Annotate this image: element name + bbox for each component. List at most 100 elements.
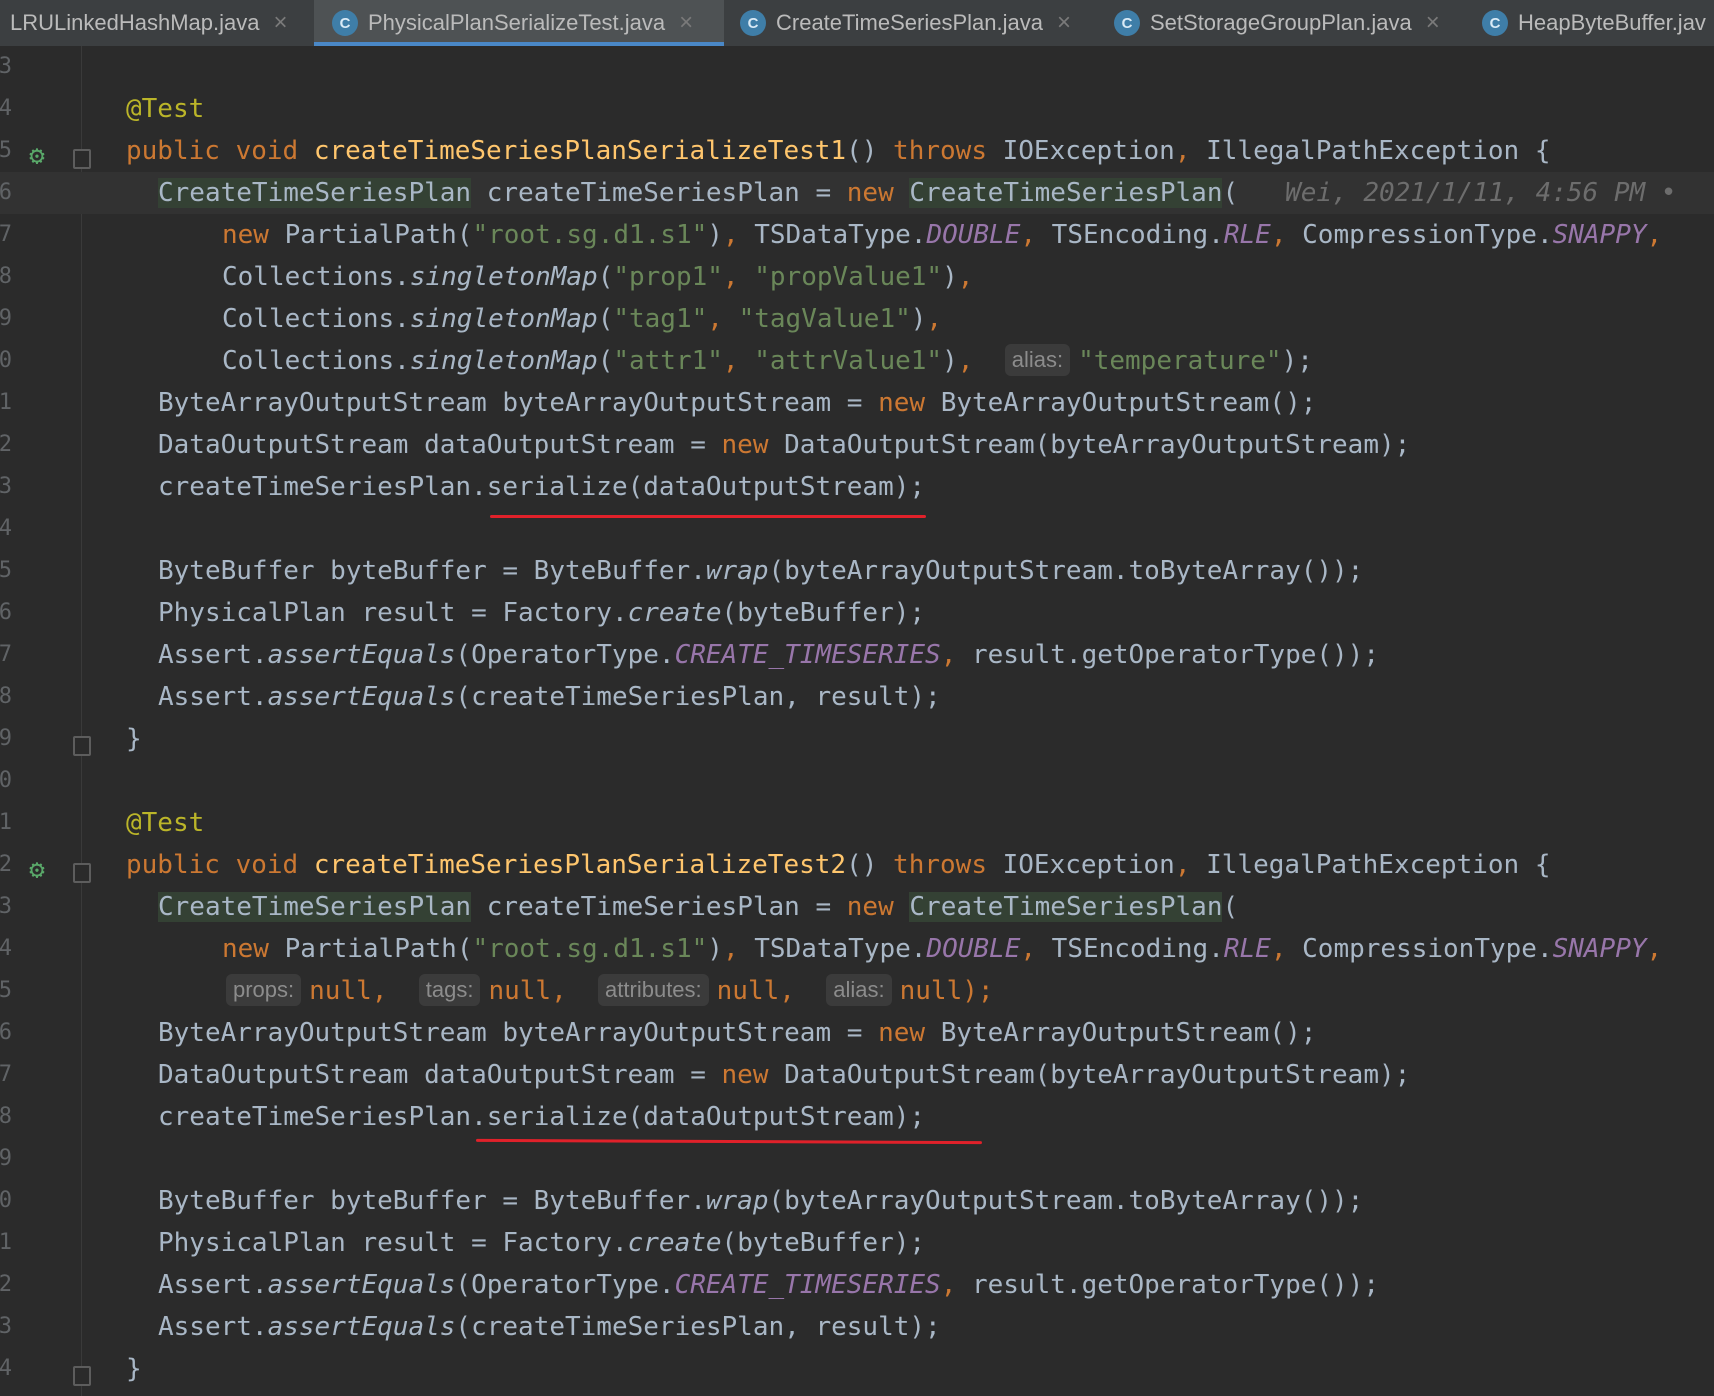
token: ); [1379, 1060, 1411, 1090]
code-line[interactable]: 6 PhysicalPlan result = Factory.create(b… [0, 592, 1714, 634]
code-line[interactable]: 4 new PartialPath("root.sg.d1.s1"), TSDa… [0, 928, 1714, 970]
code-line[interactable]: 3 Assert.assertEquals(createTimeSeriesPl… [0, 1306, 1714, 1348]
line-number: 4 [0, 936, 12, 961]
tab-label: PhysicalPlanSerializeTest.java [368, 10, 666, 35]
token: ()); [1300, 556, 1364, 586]
code-line[interactable]: 5 ByteBuffer byteBuffer = ByteBuffer.wra… [0, 550, 1714, 592]
code-line[interactable]: 7 Assert.assertEquals(OperatorType.CREAT… [0, 634, 1714, 676]
code-editor[interactable]: ⚙ ⚙ 3 4 @Test 5 public void createTimeSe… [0, 46, 1714, 1396]
token: ( [1222, 178, 1239, 208]
close-icon[interactable]: × [1057, 9, 1071, 37]
line-number: 9 [0, 306, 12, 331]
token: DataOutputStream [784, 430, 1035, 460]
code-line[interactable]: 3 CreateTimeSeriesPlan createTimeSeriesP… [0, 886, 1714, 928]
code-line[interactable]: 4 @Test [0, 88, 1714, 130]
code-line[interactable]: 2 Assert.assertEquals(OperatorType.CREAT… [0, 1264, 1714, 1306]
token: , [722, 934, 739, 964]
code-line[interactable]: 0 [0, 760, 1714, 802]
token: CompressionType. [1302, 220, 1553, 250]
token: ( [456, 220, 473, 250]
code-line[interactable]: 8 Assert.assertEquals(createTimeSeriesPl… [0, 676, 1714, 718]
code-line[interactable]: 8 createTimeSeriesPlan.serialize(dataOut… [0, 1096, 1714, 1138]
token: Assert. [158, 1312, 268, 1342]
keyword: null [716, 976, 780, 1006]
tab-setstoragegroupplan[interactable]: C SetStorageGroupPlan.java × [1114, 0, 1474, 46]
token: CompressionType. [1302, 934, 1553, 964]
keyword: new [878, 1018, 926, 1048]
token: OperatorType. [471, 640, 675, 670]
close-icon[interactable]: × [273, 9, 287, 37]
code-line[interactable]: 4 [0, 508, 1714, 550]
token: , [940, 1270, 957, 1300]
token: () [846, 850, 878, 880]
token: PhysicalPlan result = Factory. [158, 1228, 628, 1258]
token: , [779, 976, 795, 1006]
code-line[interactable]: 3 [0, 46, 1714, 88]
code-line[interactable]: 5 public void createTimeSeriesPlanSerial… [0, 130, 1714, 172]
code-line[interactable]: 5 props: null, tags: null, attributes: null… [0, 970, 1714, 1012]
parameter-hint: alias: [826, 974, 892, 1006]
class-icon: C [740, 10, 766, 36]
token: , [1270, 934, 1287, 964]
constant: RLE [1223, 934, 1271, 964]
token: result.getOperatorType [972, 640, 1317, 670]
token: ( [455, 1270, 472, 1300]
code-line[interactable]: 9 } [0, 718, 1714, 760]
code-line[interactable]: 0 Collections.singletonMap("attr1", "att… [0, 340, 1714, 382]
token: Assert. [158, 640, 268, 670]
parameter-hint: tags: [418, 974, 481, 1006]
token: (); [1269, 1018, 1317, 1048]
constant: SNAPPY [1552, 934, 1647, 964]
method-call: serialize [486, 472, 628, 502]
code-line[interactable]: 2 public void createTimeSeriesPlanSerial… [0, 844, 1714, 886]
token: TSDataType. [754, 220, 927, 250]
method-call: assertEquals [267, 682, 456, 712]
token: , [1270, 220, 1287, 250]
code-line[interactable]: 1 PhysicalPlan result = Factory.create(b… [0, 1222, 1714, 1264]
code-line[interactable]: 3 createTimeSeriesPlan.serialize(dataOut… [0, 466, 1714, 508]
token: ) [910, 304, 927, 334]
token: ()); [1316, 1270, 1379, 1300]
code-line[interactable]: 0 ByteBuffer byteBuffer = ByteBuffer.wra… [0, 1180, 1714, 1222]
method-call: serialize [486, 1102, 628, 1132]
tab-physicalplanserializetest[interactable]: C PhysicalPlanSerializeTest.java × [314, 0, 724, 46]
tab-label: CreateTimeSeriesPlan.java [776, 10, 1043, 35]
token: , [722, 262, 739, 292]
code-line[interactable]: 9 [0, 1138, 1714, 1180]
code-line[interactable]: 2 DataOutputStream dataOutputStream = ne… [0, 424, 1714, 466]
code-line[interactable]: 6 ByteArrayOutputStream byteArrayOutputS… [0, 1012, 1714, 1054]
annotation: @Test [126, 808, 205, 838]
close-icon[interactable]: × [1426, 9, 1440, 37]
line-number: 3 [0, 474, 12, 499]
token: ByteBuffer byteBuffer = ByteBuffer. [158, 1186, 706, 1216]
token: CreateTimeSeriesPlan [909, 892, 1223, 922]
keyword: public [126, 850, 220, 880]
method-call: assertEquals [267, 640, 456, 670]
line-number: 9 [0, 1146, 12, 1171]
code-line[interactable]: 1 @Test [0, 802, 1714, 844]
method-call: create [627, 1228, 722, 1258]
code-line[interactable]: 8 Collections.singletonMap("prop1", "pro… [0, 256, 1714, 298]
token: IllegalPathException [1206, 136, 1520, 166]
code-line[interactable]: 9 Collections.singletonMap("tag1", "tagV… [0, 298, 1714, 340]
code-line[interactable]: 7 new PartialPath("root.sg.d1.s1"), TSDa… [0, 214, 1714, 256]
token: ( [455, 1312, 472, 1342]
token: TSEncoding. [1051, 934, 1224, 964]
token: ByteArrayOutputStream [940, 388, 1270, 418]
constant: DOUBLE [926, 934, 1021, 964]
token: , [722, 220, 739, 250]
code-line[interactable]: 4 } [0, 1348, 1714, 1390]
token: byteArrayOutputStream [1050, 430, 1379, 460]
code-line[interactable]: 1 ByteArrayOutputStream byteArrayOutputS… [0, 382, 1714, 424]
tab-lrulinkedhashmap[interactable]: LRULinkedHashMap.java × [0, 0, 320, 46]
token: ( [455, 640, 472, 670]
parameter-hint: alias: [1004, 344, 1071, 376]
close-icon[interactable]: × [679, 9, 693, 37]
code-line[interactable]: 7 DataOutputStream dataOutputStream = ne… [0, 1054, 1714, 1096]
code-line-current[interactable]: 6 CreateTimeSeriesPlan createTimeSeriesP… [0, 172, 1714, 214]
tab-heapbytebuffer[interactable]: C HeapByteBuffer.jav [1482, 0, 1714, 46]
tab-createtimeseriesplan[interactable]: C CreateTimeSeriesPlan.java × [740, 0, 1110, 46]
line-number: 7 [0, 642, 12, 667]
token: IllegalPathException [1206, 850, 1520, 880]
string: "root.sg.d1.s1" [472, 220, 708, 250]
